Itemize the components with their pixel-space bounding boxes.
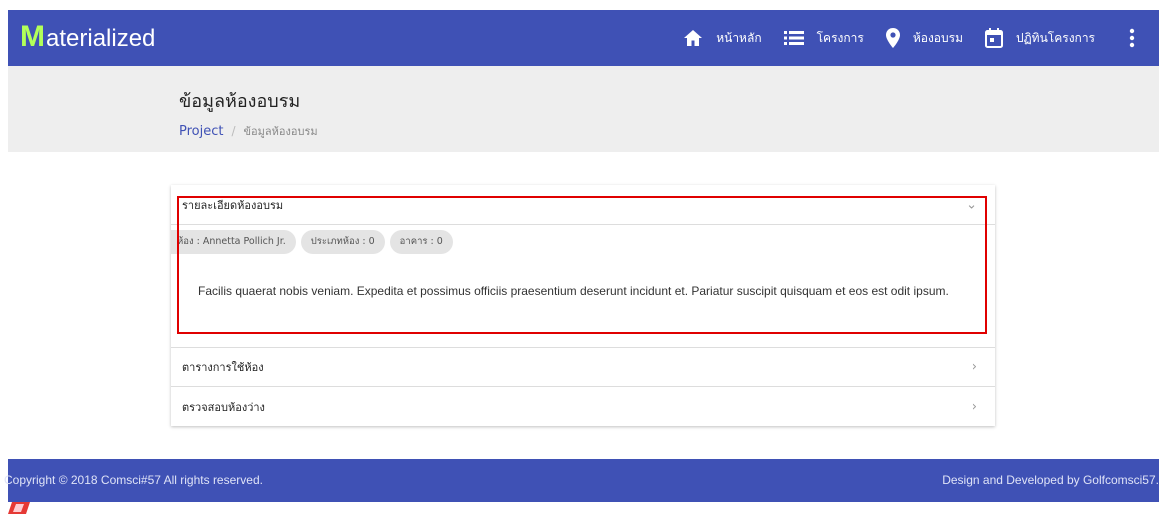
footer-credit: Design and Developed by Golfcomsci57. [942,473,1159,487]
nav-item-calendar[interactable]: ปฏิทินโครงการ [984,28,1095,48]
nav-label-home: หน้าหลัก [716,30,762,45]
brand-name: aterialized [46,25,156,52]
page-title: ข้อมูลห้องอบรม [179,91,301,112]
nav-label-calendar: ปฏิทินโครงการ [1015,30,1095,45]
app-logo-icon [8,502,30,514]
chip-list: ห้อง : Annetta Pollich Jr. ประเภทห้อง : … [171,230,458,254]
nav-label-rooms: ห้องอบรม [912,30,963,45]
nav-menu: หน้าหลัก โครงการ ห้องอบรม ปฏิทินโครงการ [661,10,1095,66]
chevron-right-icon: › [971,399,977,415]
nav-label-projects: โครงการ [816,30,864,45]
nav-item-home[interactable]: หน้าหลัก [683,29,762,48]
chip-room-name: ห้อง : Annetta Pollich Jr. [171,230,296,254]
chevron-down-icon: ⌄ [966,197,977,212]
top-navbar: M aterialized หน้าหลัก โครงการ ห้องอบรม … [8,10,1159,66]
chip-building: อาคาร : 0 [389,230,453,254]
breadcrumb-link-project[interactable]: Project [179,124,223,139]
chevron-right-icon: › [971,359,977,374]
brand-initial: M [20,20,45,53]
nav-item-rooms[interactable]: ห้องอบรม [885,28,963,48]
breadcrumb-current: ข้อมูลห้องอบรม [243,125,318,138]
breadcrumb-separator: / [231,124,236,138]
chip-room-type: ประเภทห้อง : 0 [300,230,385,254]
section-header-room-details[interactable]: รายละเอียดห้องอบรม ⌄ [171,185,995,225]
brand-logo[interactable]: M aterialized [20,20,155,56]
nav-item-projects[interactable]: โครงการ [783,29,864,48]
breadcrumb: Project / ข้อมูลห้องอบรม [179,122,318,140]
room-description: Facilis quaerat nobis veniam. Expedita e… [198,284,949,298]
list-icon [783,31,804,45]
page-footer: Copyright © 2018 Comsci#57 All rights re… [4,459,1159,502]
page-header: ข้อมูลห้องอบรม Project / ข้อมูลห้องอบรม [8,66,1159,152]
room-collapsible: รายละเอียดห้องอบรม ⌄ ห้อง : Annetta Poll… [171,185,995,426]
section-label-room-schedule: ตารางการใช้ห้อง [182,360,264,374]
more-vertical-icon[interactable] [1129,28,1135,48]
home-icon [684,30,703,46]
section-body-room-details: ห้อง : Annetta Pollich Jr. ประเภทห้อง : … [171,226,995,348]
section-label-room-availability: ตรวจสอบห้องว่าง [182,401,265,414]
section-label-room-details: รายละเอียดห้องอบรม [182,198,284,212]
calendar-icon [984,28,1003,48]
section-header-room-schedule[interactable]: ตารางการใช้ห้อง › [171,347,995,387]
location-pin-icon [885,28,900,48]
section-header-room-availability[interactable]: ตรวจสอบห้องว่าง › [171,387,995,427]
footer-copyright: Copyright © 2018 Comsci#57 All rights re… [4,473,263,487]
